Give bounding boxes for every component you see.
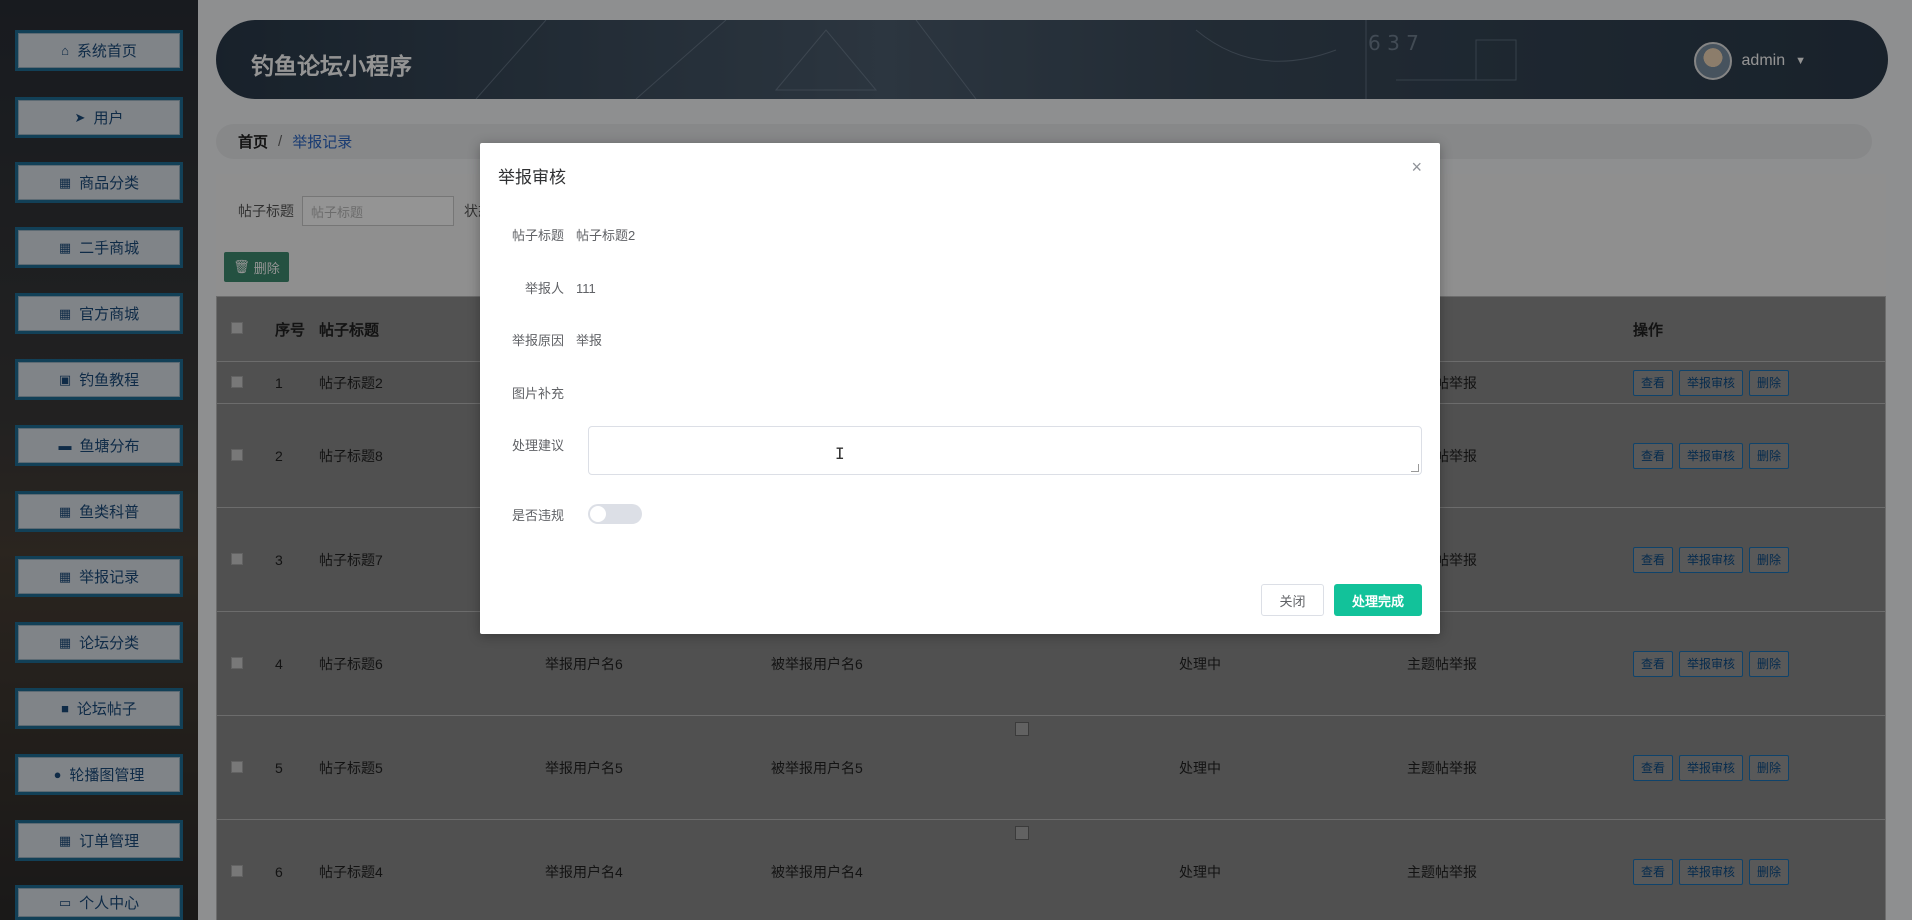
complete-button[interactable]: 处理完成 <box>1334 584 1422 616</box>
field-reason: 举报原因 举报 <box>480 330 602 349</box>
post-title-label: 帖子标题 <box>511 228 564 243</box>
suggestion-label: 处理建议 <box>511 438 564 453</box>
field-images: 图片补充 <box>480 383 576 402</box>
suggestion-textarea[interactable]: I <box>588 426 1422 475</box>
reason-label: 举报原因 <box>511 333 564 348</box>
violation-label: 是否违规 <box>511 508 564 523</box>
reporter-value: 111 <box>576 281 596 296</box>
reason-value: 举报 <box>576 333 603 348</box>
reporter-label: 举报人 <box>524 281 564 296</box>
review-dialog: 举报审核 × 帖子标题 帖子标题2 举报人 111 举报原因 举报 图片补充 处理建议… <box>480 143 1440 634</box>
field-suggestion: 处理建议 <box>480 435 576 454</box>
field-reporter: 举报人 111 <box>480 278 596 297</box>
field-post-title: 帖子标题 帖子标题2 <box>480 225 635 244</box>
images-label: 图片补充 <box>511 386 564 401</box>
dialog-title: 举报审核 <box>498 168 566 187</box>
post-title-value: 帖子标题2 <box>576 228 636 243</box>
field-violation: 是否违规 <box>480 505 576 524</box>
text-cursor-icon: I <box>835 444 845 463</box>
violation-switch[interactable] <box>588 504 642 524</box>
switch-knob <box>590 506 606 522</box>
close-button[interactable]: 关闭 <box>1261 584 1324 616</box>
close-icon[interactable]: × <box>1411 157 1422 178</box>
resize-handle-icon[interactable] <box>1411 464 1419 472</box>
